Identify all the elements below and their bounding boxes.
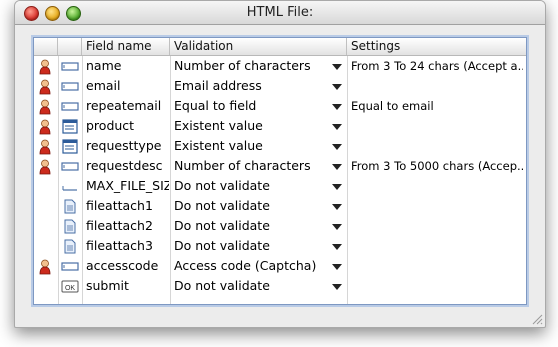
settings-cell[interactable]: From 3 To 5000 chars (Accep... — [351, 156, 523, 176]
table-row[interactable]: product Existent value — [34, 116, 526, 136]
field-name-cell: name — [86, 58, 122, 73]
field-name-cell: product — [86, 118, 135, 133]
required-user-icon — [38, 99, 52, 115]
resize-grip-icon[interactable] — [531, 313, 543, 325]
dropdown-arrow-icon[interactable] — [332, 84, 342, 90]
validation-select[interactable]: Email address — [174, 76, 324, 96]
field-name-cell: fileattach1 — [86, 198, 153, 213]
validation-select[interactable]: Do not validate — [174, 176, 324, 196]
dropdown-arrow-icon[interactable] — [332, 124, 342, 130]
dropdown-arrow-icon[interactable] — [332, 244, 342, 250]
settings-column-header[interactable]: Settings — [347, 38, 526, 55]
field-name-cell: fileattach2 — [86, 218, 153, 233]
settings-cell[interactable] — [351, 136, 523, 156]
required-user-icon — [38, 119, 52, 135]
validation-select[interactable]: Do not validate — [174, 216, 324, 236]
table-row[interactable]: fileattach1 Do not validate — [34, 196, 526, 216]
settings-cell[interactable]: Equal to email — [351, 96, 523, 116]
field-name-cell: fileattach3 — [86, 238, 153, 253]
type-column-header[interactable] — [58, 38, 82, 55]
field-name-column-header[interactable]: Field name — [82, 38, 170, 55]
settings-cell[interactable] — [351, 196, 523, 216]
dropdown-arrow-icon[interactable] — [332, 204, 342, 210]
validation-column-header[interactable]: Validation — [170, 38, 347, 55]
required-user-icon — [38, 139, 52, 155]
file-icon — [61, 239, 79, 254]
dropdown-arrow-icon[interactable] — [332, 144, 342, 150]
validation-select[interactable]: Number of characters — [174, 56, 324, 76]
validation-select[interactable]: Equal to field — [174, 96, 324, 116]
text-field-icon — [61, 99, 79, 114]
validation-select[interactable]: Number of characters — [174, 156, 324, 176]
required-column-header[interactable] — [34, 38, 58, 55]
file-icon — [61, 219, 79, 234]
table-row[interactable]: accesscode Access code (Captcha) — [34, 256, 526, 276]
required-user-icon — [38, 59, 52, 75]
table-row[interactable]: name Number of characters From 3 To 24 cha… — [34, 56, 526, 76]
dropdown-arrow-icon[interactable] — [332, 64, 342, 70]
validation-select[interactable]: Existent value — [174, 136, 324, 156]
table-header: Field name Validation Settings — [34, 38, 526, 56]
text-field-icon — [61, 159, 79, 174]
field-name-cell: email — [86, 78, 121, 93]
dropdown-arrow-icon[interactable] — [332, 224, 342, 230]
field-name-cell: submit — [86, 278, 129, 293]
table-row[interactable]: MAX_FILE_SIZE Do not validate — [34, 176, 526, 196]
validation-select[interactable]: Do not validate — [174, 236, 324, 256]
dropdown-arrow-icon[interactable] — [332, 184, 342, 190]
required-user-icon — [38, 259, 52, 275]
table-row[interactable]: OK submit Do not validate — [34, 276, 526, 296]
dropdown-arrow-icon[interactable] — [332, 104, 342, 110]
field-name-cell: requestdesc — [86, 158, 163, 173]
settings-cell[interactable] — [351, 276, 523, 296]
field-name-cell: accesscode — [86, 258, 159, 273]
table-row[interactable]: email Email address — [34, 76, 526, 96]
required-user-icon — [38, 159, 52, 175]
dropdown-arrow-icon[interactable] — [332, 284, 342, 290]
field-name-cell: requesttype — [86, 138, 162, 153]
ok-button-icon: OK — [61, 279, 79, 294]
settings-cell[interactable] — [351, 176, 523, 196]
fields-table: Field name Validation Settings name Numbe… — [33, 37, 527, 305]
text-field-icon — [61, 259, 79, 274]
html-file-window: HTML File: Field name Validation Setting… — [14, 0, 546, 328]
list-field-icon — [61, 119, 79, 134]
validation-select[interactable]: Do not validate — [174, 276, 324, 296]
table-row[interactable]: requesttype Existent value — [34, 136, 526, 156]
text-field-icon — [61, 59, 79, 74]
settings-cell[interactable] — [351, 256, 523, 276]
validation-select[interactable]: Do not validate — [174, 196, 324, 216]
settings-cell[interactable]: From 3 To 24 chars (Accept a... — [351, 56, 523, 76]
table-row[interactable]: requestdesc Number of characters From 3 To… — [34, 156, 526, 176]
field-name-cell: MAX_FILE_SIZE — [86, 178, 169, 193]
dropdown-arrow-icon[interactable] — [332, 264, 342, 270]
settings-cell[interactable] — [351, 76, 523, 96]
settings-cell[interactable] — [351, 216, 523, 236]
table-row[interactable]: repeatemail Equal to field Equal to email — [34, 96, 526, 116]
validation-select[interactable]: Access code (Captcha) — [174, 256, 324, 276]
file-icon — [61, 199, 79, 214]
settings-cell[interactable] — [351, 116, 523, 136]
validation-select[interactable]: Existent value — [174, 116, 324, 136]
window-title: HTML File: — [246, 5, 314, 20]
svg-text:OK: OK — [65, 285, 75, 292]
required-user-icon — [38, 79, 52, 95]
settings-cell[interactable] — [351, 236, 523, 256]
title-bar[interactable]: HTML File: — [15, 1, 545, 25]
hidden-field-icon — [61, 179, 79, 194]
list-field-icon — [61, 139, 79, 154]
dropdown-arrow-icon[interactable] — [332, 164, 342, 170]
table-row[interactable]: fileattach3 Do not validate — [34, 236, 526, 256]
text-field-icon — [61, 79, 79, 94]
field-name-cell: repeatemail — [86, 98, 162, 113]
table-row[interactable]: fileattach2 Do not validate — [34, 216, 526, 236]
